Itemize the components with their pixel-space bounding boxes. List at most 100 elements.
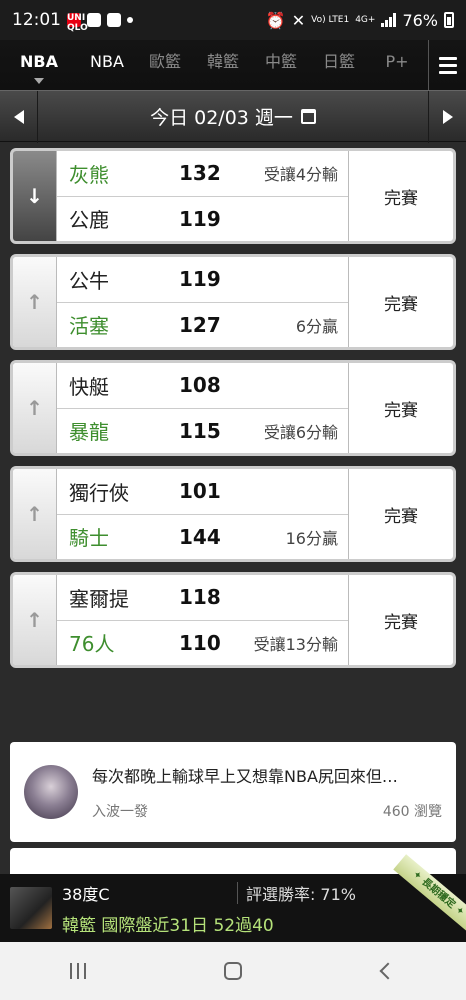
team-row: 公鹿 119 [57, 195, 348, 242]
game-card[interactable]: ↑ 塞爾提 118 76人 110 受讓13分輸 完賽 [10, 572, 456, 668]
tab-p-plus[interactable]: P+ [368, 40, 426, 90]
battery-icon [444, 12, 454, 28]
mute-icon: ✕ [291, 10, 306, 30]
tab-euro-basketball[interactable]: 歐籃 [136, 40, 194, 90]
signal-icon [381, 13, 397, 27]
spread-result: 受讓13分輸 [253, 634, 338, 654]
team-score: 132 [179, 161, 221, 186]
game-status: 完賽 [384, 294, 418, 315]
prev-day-button[interactable] [0, 91, 38, 143]
team-name: 獨行俠 [69, 480, 129, 505]
team-name: 暴龍 [69, 420, 109, 445]
network-type-label: 4G+ [355, 15, 376, 25]
gallery-icon [107, 13, 121, 27]
tipster-name: 38度C [62, 884, 110, 904]
triangle-left-icon [13, 110, 24, 124]
arrow-up-icon: ↑ [26, 396, 43, 420]
game-status: 完賽 [384, 188, 418, 209]
expand-toggle[interactable]: ↑ [13, 469, 57, 559]
team-score: 108 [179, 373, 221, 398]
team-row: 灰熊 132 受讓4分輸 [57, 151, 348, 196]
spread-result: 受讓4分輸 [263, 165, 338, 185]
game-card[interactable]: ↑ 快艇 108 暴龍 115 受讓6分輸 完賽 [10, 360, 456, 456]
date-label: 今日 02/03 週一 [150, 106, 293, 129]
author-avatar [24, 765, 78, 819]
tab-china-basketball[interactable]: 中籃 [252, 40, 310, 90]
game-status: 完賽 [384, 506, 418, 527]
team-score: 119 [179, 206, 221, 231]
volte-label: Vo) LTE1 [311, 15, 350, 25]
spread-result: 16分贏 [285, 528, 338, 548]
uniqlo-app-icon: UNI QLO [67, 13, 88, 33]
spread-result: 受讓6分輸 [263, 422, 338, 442]
tab-nba-primary[interactable]: NBA [0, 40, 78, 90]
triangle-right-icon [442, 110, 453, 124]
home-button[interactable] [203, 951, 263, 991]
team-score: 110 [179, 630, 221, 655]
team-row: 快艇 108 [57, 363, 348, 408]
game-status: 完賽 [384, 612, 418, 633]
recents-icon [69, 963, 86, 979]
tipster-record: 韓籃 國際盤近31日 52過40 [62, 915, 274, 936]
team-name: 活塞 [69, 314, 109, 339]
tipster-avatar [10, 887, 52, 929]
tab-nba[interactable]: NBA [78, 40, 136, 90]
back-button[interactable] [358, 951, 418, 991]
expand-toggle[interactable]: ↓ [13, 151, 57, 241]
team-name: 公鹿 [69, 208, 109, 233]
game-list: ↓ 灰熊 132 受讓4分輸 公鹿 119 完賽 ↑ 公牛 119 活塞 127… [10, 148, 456, 678]
team-name: 公牛 [69, 268, 109, 293]
team-score: 118 [179, 585, 221, 610]
team-name: 灰熊 [69, 162, 109, 187]
tab-japan-basketball[interactable]: 日籃 [310, 40, 368, 90]
team-score: 101 [179, 479, 221, 504]
team-score: 127 [179, 312, 221, 337]
league-tabs: NBA NBA 歐籃 韓籃 中籃 日籃 P+ [0, 40, 466, 90]
date-bar: 今日 02/03 週一 [0, 90, 466, 143]
calendar-icon [300, 108, 316, 124]
team-name: 76人 [69, 632, 115, 657]
article-title: 每次都晚上輸球早上又想靠NBA尻回來但… [92, 767, 398, 786]
team-name: 騎士 [69, 526, 109, 551]
article-author: 入波一發 [92, 804, 148, 820]
expand-toggle[interactable]: ↑ [13, 363, 57, 453]
team-row: 活塞 127 6分贏 [57, 301, 348, 348]
spread-result: 6分贏 [295, 316, 338, 336]
expand-toggle[interactable]: ↑ [13, 257, 57, 347]
team-score: 119 [179, 267, 221, 292]
status-bar: 12:01 UNI QLO ⏰ ✕ Vo) LTE1 4G+ 76% [0, 0, 466, 40]
team-row: 塞爾提 118 [57, 575, 348, 620]
game-card[interactable]: ↑ 獨行俠 101 騎士 144 16分贏 完賽 [10, 466, 456, 562]
team-row: 獨行俠 101 [57, 469, 348, 514]
team-score: 115 [179, 418, 221, 443]
team-name: 快艇 [69, 374, 109, 399]
team-score: 144 [179, 524, 221, 549]
team-name: 塞爾提 [69, 586, 129, 611]
arrow-up-icon: ↑ [26, 290, 43, 314]
tab-korea-basketball[interactable]: 韓籃 [194, 40, 252, 90]
team-row: 76人 110 受讓13分輸 [57, 619, 348, 666]
mail-icon [87, 13, 101, 27]
game-card[interactable]: ↑ 公牛 119 活塞 127 6分贏 完賽 [10, 254, 456, 350]
hamburger-menu-icon[interactable] [428, 40, 466, 90]
next-day-button[interactable] [428, 91, 466, 143]
arrow-down-icon: ↓ [26, 184, 43, 208]
home-icon [223, 962, 242, 980]
arrow-up-icon: ↑ [26, 502, 43, 526]
team-row: 公牛 119 [57, 257, 348, 302]
game-status: 完賽 [384, 400, 418, 421]
article-views: 460 瀏覽 [382, 804, 442, 820]
status-time: 12:01 [12, 10, 61, 30]
expand-toggle[interactable]: ↑ [13, 575, 57, 665]
battery-percent: 76% [402, 10, 438, 30]
alarm-icon: ⏰ [265, 10, 286, 30]
date-selector[interactable]: 今日 02/03 週一 [150, 103, 316, 130]
tipster-banner[interactable]: 38度C 評選勝率: 71% 韓籃 國際盤近31日 52過40 ✦ 長期穩定 ✦ [0, 854, 466, 942]
arrow-up-icon: ↑ [26, 608, 43, 632]
notification-dot-icon [127, 17, 133, 23]
back-icon [379, 962, 397, 980]
article-card[interactable]: 每次都晚上輸球早上又想靠NBA尻回來但… 入波一發 460 瀏覽 [10, 742, 456, 842]
team-row: 暴龍 115 受讓6分輸 [57, 407, 348, 454]
game-card[interactable]: ↓ 灰熊 132 受讓4分輸 公鹿 119 完賽 [10, 148, 456, 244]
recents-button[interactable] [48, 951, 108, 991]
